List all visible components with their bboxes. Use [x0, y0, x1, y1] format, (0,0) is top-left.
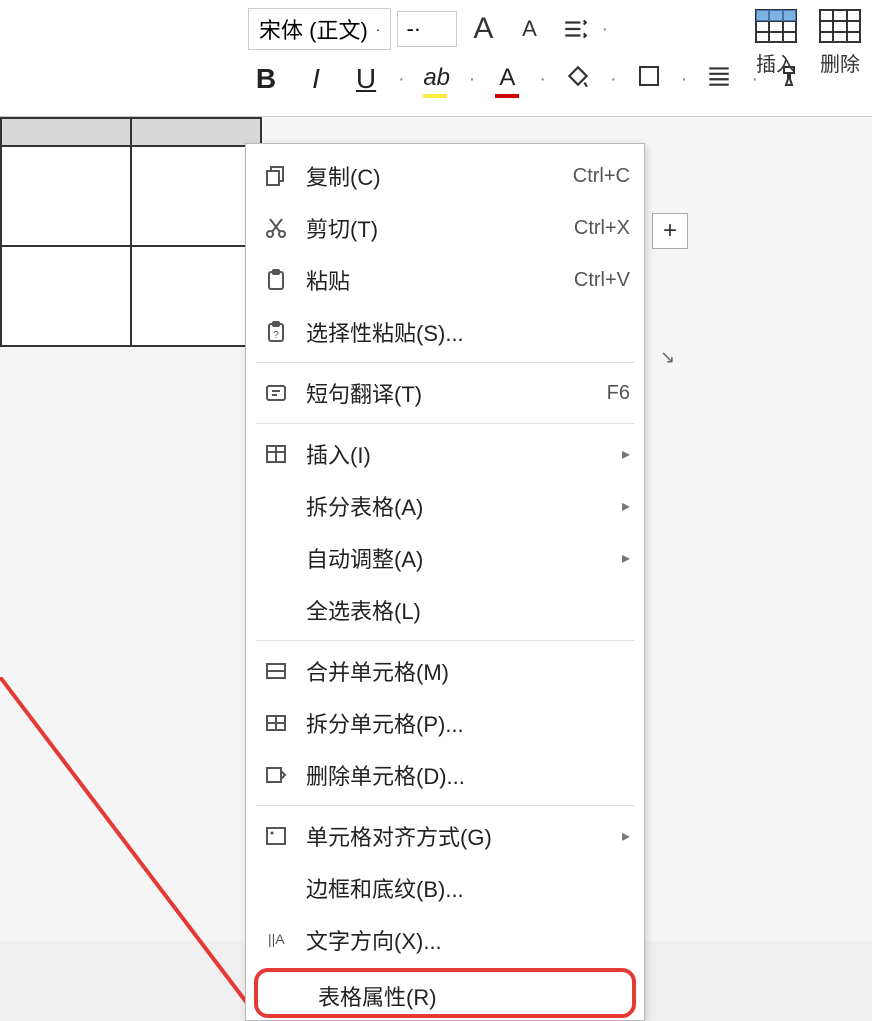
delete-table-button[interactable]: 删除 [818, 8, 862, 77]
table-icon [260, 440, 292, 468]
toolbar-row-1: 宋体 (正文) · - · A A · [12, 8, 860, 50]
context-menu: 复制(C) Ctrl+C 剪切(T) Ctrl+X 粘贴 Ctrl+V ? 选择… [245, 143, 645, 1021]
table-delete-icon [818, 8, 862, 44]
annotation-arrow [0, 677, 260, 1017]
line-spacing-icon [562, 16, 588, 42]
menu-text-direction[interactable]: ||A 文字方向(X)... [246, 914, 644, 966]
paste-icon [260, 266, 292, 294]
delete-cells-icon [260, 761, 292, 789]
menu-split-table[interactable]: 拆分表格(A) ▸ [246, 480, 644, 532]
menu-paste-special[interactable]: ? 选择性粘贴(S)... [246, 306, 644, 358]
submenu-arrow-icon: ▸ [622, 826, 630, 846]
font-size-select[interactable]: - · [397, 11, 457, 47]
paint-bucket-icon [565, 63, 591, 89]
cut-icon [260, 214, 292, 242]
border-icon [637, 64, 661, 88]
menu-split-cells[interactable]: 拆分单元格(P)... [246, 697, 644, 749]
menu-separator [256, 362, 634, 363]
menu-select-table[interactable]: 全选表格(L) [246, 584, 644, 636]
translate-icon [260, 379, 292, 407]
align-button[interactable] [701, 63, 737, 96]
font-color-button[interactable]: A [489, 60, 525, 98]
font-name-value: 宋体 (正文) [259, 13, 368, 45]
copy-icon [260, 162, 292, 190]
menu-auto-fit[interactable]: 自动调整(A) ▸ [246, 532, 644, 584]
table-insert-icon [754, 8, 798, 44]
submenu-arrow-icon: ▸ [622, 548, 630, 568]
merge-cells-icon [260, 657, 292, 685]
underline-button[interactable]: U [348, 63, 384, 95]
menu-insert[interactable]: 插入(I) ▸ [246, 428, 644, 480]
document-table[interactable] [0, 117, 262, 347]
menu-cell-alignment[interactable]: 单元格对齐方式(G) ▸ [246, 810, 644, 862]
fill-color-button[interactable] [560, 63, 596, 96]
menu-delete-cells[interactable]: 删除单元格(D)... [246, 749, 644, 801]
decrease-font-button[interactable]: A [509, 9, 549, 49]
document-area: + ↘ 复制(C) Ctrl+C 剪切(T) Ctrl+X 粘贴 Ctrl+V … [0, 117, 872, 941]
font-color-icon: A [495, 64, 519, 98]
text-direction-icon: ||A [260, 926, 292, 954]
italic-button[interactable]: I [298, 63, 334, 95]
highlight-button[interactable]: ab [419, 60, 455, 98]
font-size-value: - [406, 16, 413, 42]
right-tool-group: 插入 删除 [754, 8, 862, 77]
alignment-icon [260, 822, 292, 850]
menu-translate[interactable]: 短句翻译(T) F6 [246, 367, 644, 419]
menu-table-properties-highlighted[interactable]: 表格属性(R) [254, 968, 636, 1018]
menu-separator [256, 423, 634, 424]
toolbar: 宋体 (正文) · - · A A · B I U · ab [0, 0, 872, 117]
increase-font-button[interactable]: A [463, 9, 503, 49]
menu-merge-cells[interactable]: 合并单元格(M) [246, 645, 644, 697]
menu-borders-shading[interactable]: 边框和底纹(B)... [246, 862, 644, 914]
font-name-select[interactable]: 宋体 (正文) · [248, 8, 391, 50]
submenu-arrow-icon: ▸ [622, 444, 630, 464]
insert-table-button[interactable]: 插入 [754, 8, 798, 77]
insert-label: 插入 [756, 48, 796, 77]
highlight-icon: ab [423, 64, 450, 98]
menu-copy[interactable]: 复制(C) Ctrl+C [246, 150, 644, 202]
add-column-button[interactable]: + [652, 213, 688, 249]
menu-separator [256, 805, 634, 806]
submenu-arrow-icon: ▸ [622, 496, 630, 516]
chevron-down-icon: · [414, 16, 421, 42]
expand-diagonal-icon[interactable]: ↘ [660, 347, 688, 375]
bold-button[interactable]: B [248, 63, 284, 95]
line-spacing-button[interactable] [555, 9, 595, 49]
paste-special-icon: ? [260, 318, 292, 346]
menu-cut[interactable]: 剪切(T) Ctrl+X [246, 202, 644, 254]
chevron-down-icon: · [376, 21, 381, 37]
menu-paste[interactable]: 粘贴 Ctrl+V [246, 254, 644, 306]
svg-text:||A: ||A [268, 931, 285, 947]
split-cells-icon [260, 709, 292, 737]
menu-separator [256, 640, 634, 641]
border-button[interactable] [631, 63, 667, 95]
align-icon [706, 63, 732, 89]
delete-label: 删除 [820, 48, 860, 77]
svg-text:?: ? [273, 330, 279, 341]
